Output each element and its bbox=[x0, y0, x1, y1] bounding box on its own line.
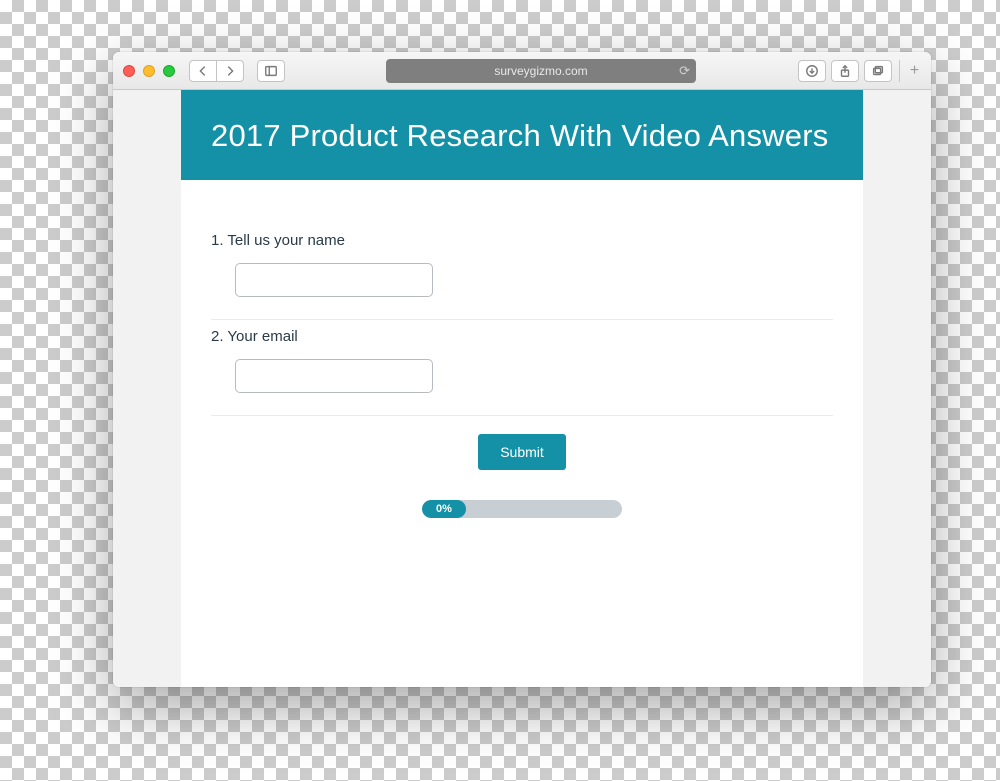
question-1: 1. Tell us your name bbox=[211, 224, 833, 320]
email-input[interactable] bbox=[235, 359, 433, 393]
share-icon bbox=[838, 64, 852, 78]
submit-row: Submit bbox=[211, 416, 833, 478]
downloads-button[interactable] bbox=[798, 60, 826, 82]
close-window-button[interactable] bbox=[123, 65, 135, 77]
survey-form: 1. Tell us your name 2. Your email Submi… bbox=[181, 180, 863, 538]
browser-window: surveygizmo.com ⟳ + 2017 Product Researc… bbox=[113, 52, 931, 687]
sidebar-icon bbox=[264, 64, 278, 78]
address-bar[interactable]: surveygizmo.com ⟳ bbox=[386, 59, 696, 83]
chevron-right-icon bbox=[223, 64, 237, 78]
forward-button[interactable] bbox=[216, 60, 244, 82]
new-tab-button[interactable]: + bbox=[899, 60, 921, 82]
chevron-left-icon bbox=[196, 64, 210, 78]
question-2-label: 2. Your email bbox=[211, 328, 833, 345]
page-content: 2017 Product Research With Video Answers… bbox=[113, 90, 931, 687]
minimize-window-button[interactable] bbox=[143, 65, 155, 77]
tabs-button[interactable] bbox=[864, 60, 892, 82]
progress-label: 0% bbox=[436, 503, 452, 515]
download-icon bbox=[805, 64, 819, 78]
back-button[interactable] bbox=[189, 60, 217, 82]
sidebar-toggle-button[interactable] bbox=[257, 60, 285, 82]
question-1-label: 1. Tell us your name bbox=[211, 232, 833, 249]
name-input[interactable] bbox=[235, 263, 433, 297]
survey-header: 2017 Product Research With Video Answers bbox=[181, 90, 863, 180]
titlebar: surveygizmo.com ⟳ + bbox=[113, 52, 931, 90]
submit-button[interactable]: Submit bbox=[478, 434, 566, 470]
progress-bar: 0% bbox=[422, 500, 622, 518]
survey-title: 2017 Product Research With Video Answers bbox=[211, 116, 833, 156]
window-controls bbox=[123, 65, 175, 77]
progress-fill: 0% bbox=[422, 500, 466, 518]
nav-buttons bbox=[189, 60, 243, 82]
tabs-icon bbox=[871, 64, 885, 78]
progress-container: 0% bbox=[211, 478, 833, 528]
survey-container: 2017 Product Research With Video Answers… bbox=[181, 90, 863, 687]
address-text: surveygizmo.com bbox=[494, 64, 587, 78]
question-2: 2. Your email bbox=[211, 320, 833, 416]
reload-icon[interactable]: ⟳ bbox=[679, 63, 690, 79]
share-button[interactable] bbox=[831, 60, 859, 82]
maximize-window-button[interactable] bbox=[163, 65, 175, 77]
toolbar-right: + bbox=[798, 60, 921, 82]
